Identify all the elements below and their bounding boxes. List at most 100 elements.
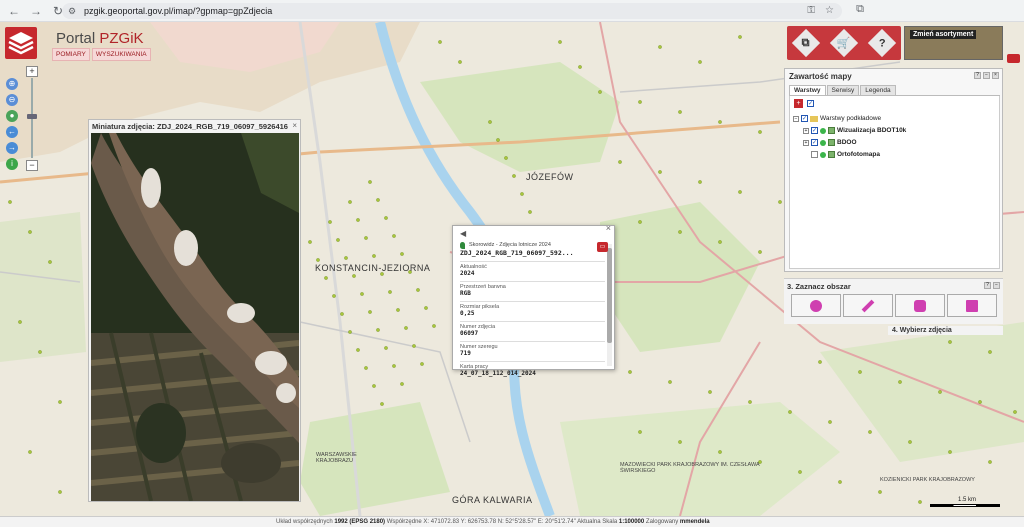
tab-serwisy[interactable]: Serwisy <box>826 85 860 95</box>
scale-bar-graphic <box>930 504 1000 507</box>
info-icon[interactable]: i <box>6 158 18 170</box>
scale-bar: 1.5 km <box>930 497 1005 509</box>
layer-type-icon <box>828 151 835 158</box>
popup-scrollbar[interactable] <box>607 244 612 366</box>
previous-view-icon[interactable]: ← <box>6 126 18 138</box>
popup-download-icon[interactable]: ▭ <box>597 242 608 252</box>
tree-group-row: − ✓ Warstwy podkładowe <box>793 115 881 122</box>
popup-field: Rozmiar piksela 0,25 <box>460 301 605 317</box>
collapse-icon[interactable]: − <box>793 115 799 122</box>
select-point-button[interactable] <box>791 294 841 317</box>
map-tools: ⊕ ⊖ ● ← → i <box>6 78 20 174</box>
popup-body: Skorowidz - Zdjęcia lotnicze 2024 ZDJ_20… <box>460 240 608 377</box>
aerial-photo-graphics <box>91 133 299 501</box>
scale-bar-label: 1.5 km <box>958 497 977 503</box>
scale-label: Aktualna Skala <box>575 519 619 525</box>
map-content-title: Zawartość mapy <box>789 72 852 81</box>
zoom-slider-handle[interactable] <box>27 114 37 119</box>
popup-field-value: RGB <box>460 290 471 297</box>
map-label-park-kozienicki: KOZIENICKI PARK KRAJOBRAZOWY <box>880 477 975 483</box>
layer-label[interactable]: Ortofotomapa <box>837 151 880 158</box>
layer-checkbox[interactable]: ✓ <box>811 127 818 134</box>
popup-feature-name: ZDJ_2024_RGB_719_06097_592... <box>460 249 574 257</box>
select-rectangle-button[interactable] <box>947 294 997 317</box>
expand-icon[interactable]: + <box>803 139 809 146</box>
tab-legenda[interactable]: Legenda <box>860 85 896 95</box>
popup-field: Numer szeregu 719 <box>460 341 605 357</box>
zoom-out-button[interactable]: − <box>26 160 38 171</box>
extensions-icon[interactable]: ⧉ <box>856 3 864 16</box>
select-area-tools <box>791 294 997 317</box>
url-text[interactable]: pzgik.geoportal.gov.pl/imap/?gpmap=gpZdj… <box>84 6 272 16</box>
cart-icon: 🛒 <box>837 37 851 50</box>
portal-title: Portal PZGiK <box>56 30 144 47</box>
portal-title-brand: PZGiK <box>99 30 144 47</box>
popup-field-value: 06097 <box>460 330 479 337</box>
tab-pomiary[interactable]: POMIARY <box>52 48 90 61</box>
change-assortment-button[interactable]: Zmień asortyment <box>904 26 1003 60</box>
header-tabs: POMIARY WYSZUKIWANIA <box>52 48 151 61</box>
pencil-icon <box>861 299 875 312</box>
layer-checkbox[interactable] <box>811 151 818 158</box>
coord-lat: 52°5'28.57" <box>505 519 537 525</box>
popup-field: Aktualność 2024 <box>460 261 605 277</box>
coord-system-label: Układ współrzędnych <box>276 519 335 525</box>
popup-field-value: 0,25 <box>460 310 475 317</box>
add-layer-button[interactable]: + <box>794 99 803 108</box>
coord-system[interactable]: 1992 (EPSG 2180) <box>334 519 385 525</box>
zoom-in-button[interactable]: + <box>26 66 38 77</box>
current-scale: 1:100000 <box>618 519 645 525</box>
coords-label: Współrzędne X: <box>385 519 431 525</box>
popup-back-icon[interactable]: ◀ <box>460 229 466 238</box>
polygon-select-icon <box>914 299 926 312</box>
select-polygon-button[interactable] <box>895 294 945 317</box>
thumbnail-close-button[interactable]: × <box>292 121 297 130</box>
layer-type-icon <box>828 127 835 134</box>
layer-label[interactable]: BDOO <box>837 139 857 146</box>
portal-title-prefix: Portal <box>56 30 100 47</box>
site-info-icon[interactable]: ⚙ <box>68 6 82 17</box>
select-photos-header[interactable]: 4. Wybierz zdjęcia <box>888 326 1003 335</box>
coord-x: 471072.83 <box>430 519 460 525</box>
popup-scrollbar-thumb[interactable] <box>607 248 612 343</box>
help-button[interactable]: ? <box>867 28 897 58</box>
zoom-box-icon[interactable]: ⊕ <box>6 78 18 90</box>
popup-close-button[interactable]: × <box>606 223 611 233</box>
bookmark-star-icon[interactable]: ☆ <box>825 3 834 19</box>
layer-row-bdoo: + ✓ BDOO <box>803 139 857 146</box>
next-view-icon[interactable]: → <box>6 142 18 154</box>
group-checkbox[interactable]: ✓ <box>801 115 808 122</box>
select-line-button[interactable] <box>843 294 893 317</box>
globe-icon[interactable]: ● <box>6 110 18 122</box>
coord-lon: 20°51'2.74" <box>545 519 576 525</box>
section3-minimize-icon[interactable]: − <box>993 282 1000 289</box>
top-right-toolbar: ⧉ 🛒 ? <box>787 26 901 60</box>
map-content-tabs: Warstwy Serwisy Legenda <box>789 85 1000 96</box>
forward-icon[interactable]: → <box>28 3 44 19</box>
cart-button[interactable]: 🛒 <box>829 28 859 58</box>
copy-button[interactable]: ⧉ <box>791 28 821 58</box>
browser-toolbar: ← → ↻ ⚙ pzgik.geoportal.gov.pl/imap/?gpm… <box>0 0 1024 22</box>
panel-close-icon[interactable]: × <box>992 72 999 79</box>
eye-icon[interactable] <box>1007 54 1020 63</box>
tab-wyszukiwania[interactable]: WYSZUKIWANIA <box>91 48 151 61</box>
popup-layer-name: Skorowidz - Zdjęcia lotnicze 2024 <box>469 242 551 248</box>
zoom-control: + − <box>26 66 38 172</box>
key-icon[interactable]: ⚿ <box>807 3 815 19</box>
expand-icon[interactable]: + <box>803 127 809 134</box>
panel-minimize-icon[interactable]: − <box>983 72 990 79</box>
select-area-title: 3. Zaznacz obszar <box>787 282 851 291</box>
layer-row-ortofotomapa: Ortofotomapa <box>811 151 880 158</box>
zoom-box-out-icon[interactable]: ⊖ <box>6 94 18 106</box>
section3-help-icon[interactable]: ? <box>984 282 991 289</box>
popup-field-value: 2024 <box>460 270 475 277</box>
all-layers-checkbox[interactable]: ✓ <box>807 100 814 107</box>
layer-label[interactable]: Wizualizacja BDOT10k <box>837 127 906 134</box>
layer-checkbox[interactable]: ✓ <box>811 139 818 146</box>
tab-warstwy[interactable]: Warstwy <box>789 85 826 95</box>
panel-help-icon[interactable]: ? <box>974 72 981 79</box>
address-bar[interactable]: ⚙ pzgik.geoportal.gov.pl/imap/?gpmap=gpZ… <box>62 3 842 19</box>
pzgik-logo[interactable] <box>5 27 37 59</box>
back-icon[interactable]: ← <box>6 3 22 19</box>
group-label: Warstwy podkładowe <box>820 115 882 122</box>
